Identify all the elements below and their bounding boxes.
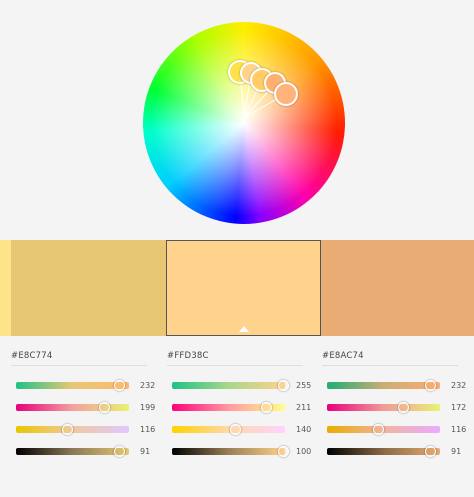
- red-value: 232: [451, 381, 467, 390]
- red-slider-thumb[interactable]: [425, 380, 436, 391]
- slider-row-alpha: 91: [327, 446, 467, 458]
- slider-row-red: 232: [327, 380, 467, 392]
- color-wheel-app: #E8C774 232 199 116 91 #FFD38C 255 211 1…: [0, 0, 474, 497]
- alpha-slider-thumb[interactable]: [278, 446, 289, 457]
- red-value: 232: [140, 381, 156, 390]
- selected-caret-icon: [238, 326, 249, 332]
- slider-row-alpha: 91: [16, 446, 156, 458]
- green-slider-thumb[interactable]: [99, 402, 110, 413]
- green-value: 211: [296, 403, 312, 412]
- hex-label[interactable]: #FFD38C: [167, 351, 209, 361]
- handle-spokes: [239, 71, 286, 119]
- blue-value: 116: [451, 425, 467, 434]
- slider-row-blue: 116: [16, 424, 156, 436]
- swatch-3[interactable]: [321, 240, 474, 336]
- alpha-value: 91: [451, 447, 462, 456]
- slider-row-alpha: 100: [172, 446, 312, 458]
- slider-row-green: 211: [172, 402, 312, 414]
- slider-row-green: 172: [327, 402, 467, 414]
- slider-row-red: 255: [172, 380, 312, 392]
- hex-label[interactable]: #E8AC74: [322, 351, 364, 361]
- green-slider-track[interactable]: [16, 404, 129, 411]
- alpha-value: 91: [140, 447, 151, 456]
- green-slider-track[interactable]: [327, 404, 440, 411]
- swatch-2-selected[interactable]: [166, 240, 321, 336]
- left-edge-swatch[interactable]: [0, 240, 11, 336]
- green-value: 199: [140, 403, 156, 412]
- slider-row-green: 199: [16, 402, 156, 414]
- green-slider-thumb[interactable]: [261, 402, 272, 413]
- swatch-1[interactable]: [11, 240, 166, 336]
- red-slider-track[interactable]: [172, 382, 285, 389]
- blue-slider-thumb[interactable]: [373, 424, 384, 435]
- slider-row-blue: 116: [327, 424, 467, 436]
- alpha-slider-track[interactable]: [327, 448, 440, 455]
- blue-slider-thumb[interactable]: [230, 424, 241, 435]
- slider-row-red: 232: [16, 380, 156, 392]
- blue-value: 116: [140, 425, 156, 434]
- divider: [11, 365, 147, 366]
- blue-value: 140: [296, 425, 312, 434]
- red-slider-thumb[interactable]: [278, 380, 289, 391]
- wheel-handle[interactable]: [274, 82, 298, 106]
- slider-row-blue: 140: [172, 424, 312, 436]
- blue-slider-track[interactable]: [172, 426, 285, 433]
- blue-slider-thumb[interactable]: [62, 424, 73, 435]
- green-slider-thumb[interactable]: [398, 402, 409, 413]
- swatch-strip: [0, 240, 474, 336]
- red-slider-track[interactable]: [327, 382, 440, 389]
- red-slider-track[interactable]: [16, 382, 129, 389]
- alpha-value: 100: [296, 447, 312, 456]
- alpha-slider-thumb[interactable]: [114, 446, 125, 457]
- color-wheel-area: [0, 0, 474, 236]
- alpha-slider-thumb[interactable]: [425, 446, 436, 457]
- divider: [167, 365, 303, 366]
- green-value: 172: [451, 403, 467, 412]
- alpha-slider-track[interactable]: [16, 448, 129, 455]
- divider: [322, 365, 458, 366]
- hex-label[interactable]: #E8C774: [11, 351, 52, 361]
- red-value: 255: [296, 381, 312, 390]
- red-slider-thumb[interactable]: [114, 380, 125, 391]
- alpha-slider-track[interactable]: [172, 448, 285, 455]
